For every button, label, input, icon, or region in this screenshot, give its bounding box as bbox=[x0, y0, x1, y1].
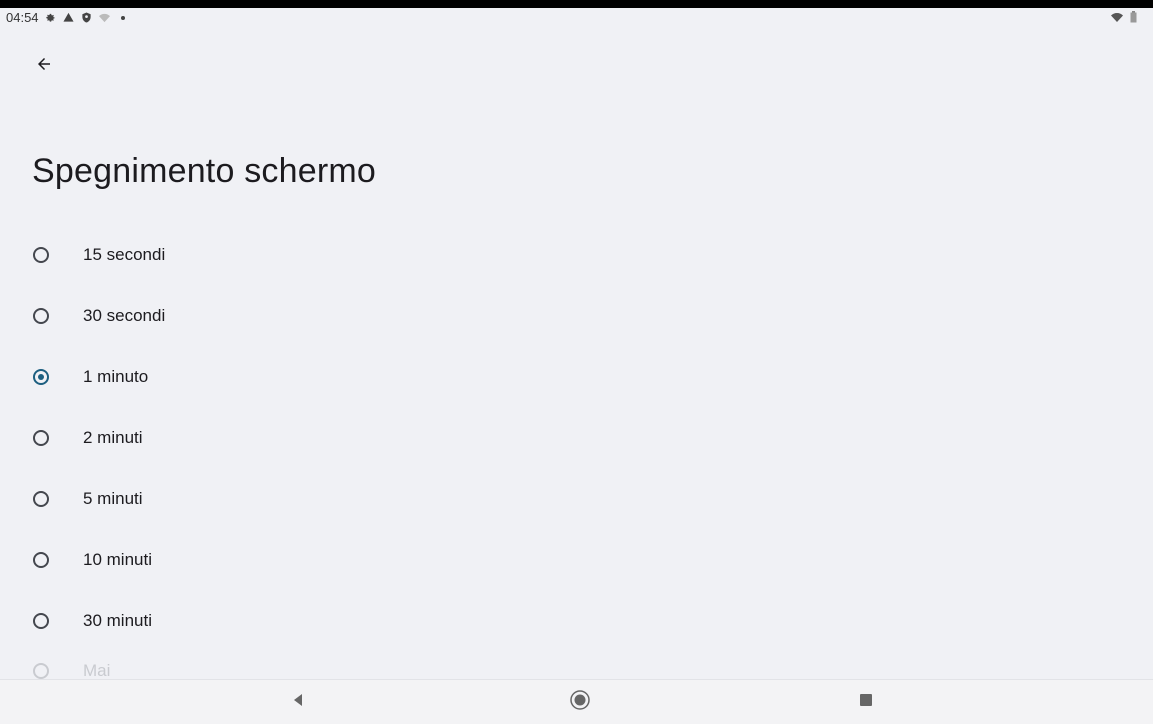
radio-button[interactable] bbox=[33, 490, 49, 507]
triangle-back-icon bbox=[291, 693, 305, 712]
option-label: 1 minuto bbox=[83, 366, 149, 386]
option-30-minuti[interactable]: 30 minuti bbox=[0, 590, 1153, 651]
battery-icon bbox=[1127, 11, 1139, 23]
status-right bbox=[1111, 11, 1139, 23]
top-strip bbox=[0, 0, 1153, 8]
dot-icon bbox=[117, 12, 129, 24]
option-2-minuti[interactable]: 2 minuti bbox=[0, 407, 1153, 468]
option-label: 30 secondi bbox=[83, 305, 166, 325]
options-list: 15 secondi 30 secondi 1 minuto 2 minuti … bbox=[0, 224, 1153, 691]
gear-icon bbox=[45, 12, 57, 24]
square-recents-icon bbox=[859, 693, 873, 712]
radio-button[interactable] bbox=[33, 307, 49, 324]
radio-button[interactable] bbox=[33, 612, 49, 629]
page-title: Spegnimento schermo bbox=[32, 152, 376, 190]
radio-button-selected[interactable] bbox=[33, 368, 49, 385]
option-label: 15 secondi bbox=[83, 244, 166, 264]
nav-back-button[interactable] bbox=[284, 688, 312, 716]
wifi-icon bbox=[1111, 11, 1123, 23]
nav-home-button[interactable] bbox=[566, 688, 594, 716]
option-label: 2 minuti bbox=[83, 427, 143, 447]
screen: 04:54 Spegnimento schermo 15 secondi 30 … bbox=[0, 0, 1153, 724]
radio-button[interactable] bbox=[33, 663, 49, 679]
status-bar: 04:54 bbox=[0, 8, 1153, 30]
radio-button[interactable] bbox=[33, 551, 49, 568]
option-30-secondi[interactable]: 30 secondi bbox=[0, 285, 1153, 346]
option-label: 10 minuti bbox=[83, 549, 152, 569]
back-button[interactable] bbox=[30, 52, 58, 80]
navigation-bar bbox=[0, 679, 1153, 724]
nav-recents-button[interactable] bbox=[852, 688, 880, 716]
warning-icon bbox=[63, 12, 75, 24]
option-10-minuti[interactable]: 10 minuti bbox=[0, 529, 1153, 590]
option-15-secondi[interactable]: 15 secondi bbox=[0, 224, 1153, 285]
shield-icon bbox=[81, 12, 93, 24]
option-label: Mai bbox=[83, 661, 111, 680]
status-time: 04:54 bbox=[6, 10, 39, 25]
option-5-minuti[interactable]: 5 minuti bbox=[0, 468, 1153, 529]
radio-button[interactable] bbox=[33, 246, 49, 263]
option-label: 30 minuti bbox=[83, 610, 152, 630]
option-1-minuto[interactable]: 1 minuto bbox=[0, 346, 1153, 407]
arrow-left-icon bbox=[35, 55, 53, 78]
radio-button[interactable] bbox=[33, 429, 49, 446]
status-left: 04:54 bbox=[6, 10, 129, 25]
home-circle-icon bbox=[569, 689, 591, 716]
option-label: 5 minuti bbox=[83, 488, 143, 508]
wifi-weak-icon bbox=[99, 12, 111, 24]
